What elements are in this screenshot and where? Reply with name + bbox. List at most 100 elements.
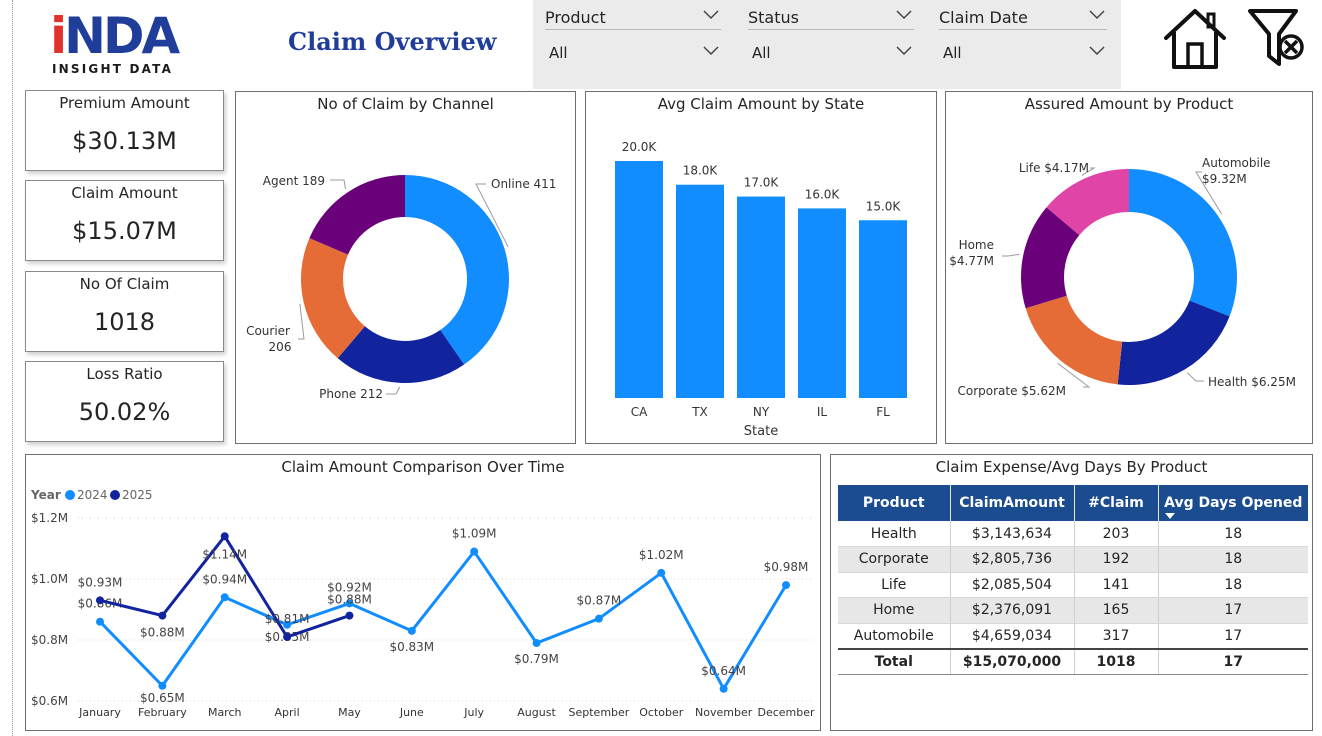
slicer-value: All	[943, 44, 962, 62]
column-header-product[interactable]: Product	[838, 485, 951, 521]
chevron-down-icon[interactable]	[896, 46, 912, 58]
y-tick-label: $0.8M	[31, 633, 68, 647]
data-point[interactable]	[158, 611, 167, 620]
kpi-label: No Of Claim	[79, 275, 170, 293]
x-tick-label: IL	[817, 405, 828, 419]
donut-slice-corporate[interactable]	[1025, 295, 1123, 385]
channel-donut-panel: No of Claim by Channel Online 411 Phone 2…	[235, 91, 576, 444]
table-cell: $15,070,000	[950, 647, 1075, 675]
status-slicer[interactable]: Status All	[748, 0, 914, 89]
table-cell: $2,805,736	[950, 546, 1075, 573]
leader-line	[330, 179, 347, 189]
point-data-label: $0.94M	[202, 572, 247, 586]
slicer-dropdown[interactable]: All	[549, 44, 721, 66]
table-cell: 192	[1074, 546, 1159, 573]
legend-marker[interactable]	[65, 490, 75, 500]
slice-label: Corporate $5.62M	[957, 384, 1066, 398]
slicer-dropdown[interactable]: All	[943, 44, 1107, 66]
slicer-title: Claim Date	[939, 8, 1028, 27]
slice-label: Agent 189	[263, 174, 325, 188]
chart-title: Claim Expense/Avg Days By Product	[935, 458, 1208, 476]
donut-slice-online[interactable]	[405, 175, 509, 365]
table-total-row: Total $15,070,000 1018 17	[838, 647, 1308, 675]
column-header-avg-days[interactable]: Avg Days Opened	[1158, 485, 1308, 521]
bar-ca[interactable]	[615, 161, 663, 398]
slicer-title: Status	[748, 8, 799, 27]
kpi-value: $15.07M	[72, 217, 177, 245]
data-point[interactable]	[158, 681, 167, 690]
bar-data-label: 17.0K	[744, 176, 780, 190]
table-row[interactable]: Home $2,376,091 165 17	[838, 597, 1308, 624]
table-row[interactable]: Automobile $4,659,034 317 17	[838, 623, 1308, 649]
bar-data-label: 20.0K	[622, 140, 658, 154]
table-cell: 317	[1074, 623, 1159, 649]
table-cell: Health	[838, 521, 951, 547]
column-header-claim-count[interactable]: #Claim	[1074, 485, 1159, 521]
point-data-label: $0.83M	[389, 640, 434, 654]
product-donut-panel: Assured Amount by Product Automobile $9.3…	[945, 91, 1313, 444]
x-tick-label: CA	[631, 405, 648, 419]
legend-label[interactable]: 2024	[77, 488, 108, 502]
point-data-label: $0.81M	[265, 612, 310, 626]
slicer-value: All	[549, 44, 568, 62]
point-data-label: $1.02M	[639, 548, 684, 562]
column-header-claim-amount[interactable]: ClaimAmount	[950, 485, 1075, 521]
donut-slice-health[interactable]	[1117, 300, 1230, 385]
table-cell: 17	[1158, 597, 1308, 624]
expense-table-panel: Claim Expense/Avg Days By Product Produc…	[830, 454, 1313, 731]
home-button[interactable]	[1162, 6, 1228, 72]
data-point[interactable]	[782, 581, 790, 590]
legend-label[interactable]: 2025	[122, 488, 153, 502]
bar-tx[interactable]	[676, 184, 724, 398]
chevron-down-icon[interactable]	[1089, 10, 1105, 22]
slice-label: Life $4.17M	[1019, 161, 1089, 175]
claim-date-slicer[interactable]: Claim Date All	[939, 0, 1107, 89]
x-tick-label: FL	[876, 405, 890, 419]
chevron-down-icon[interactable]	[703, 10, 719, 22]
table-cell: $2,376,091	[950, 597, 1075, 624]
data-point[interactable]	[657, 568, 666, 577]
legend-marker[interactable]	[110, 490, 120, 500]
slicer-header[interactable]: Claim Date	[939, 8, 1107, 30]
slicer-header[interactable]: Status	[748, 8, 914, 30]
clear-filters-button[interactable]	[1246, 6, 1312, 72]
data-point[interactable]	[220, 593, 229, 602]
kpi-value: $30.13M	[72, 127, 177, 155]
slicer-dropdown[interactable]: All	[752, 44, 914, 66]
bar-data-label: 15.0K	[866, 199, 902, 213]
data-point[interactable]	[220, 532, 229, 541]
kpi-label: Loss Ratio	[86, 365, 163, 383]
x-tick-label: October	[639, 706, 683, 719]
sort-descending-icon	[1164, 513, 1175, 519]
table-row[interactable]: Life $2,085,504 141 18	[838, 572, 1308, 598]
chevron-down-icon[interactable]	[703, 46, 719, 58]
bar-il[interactable]	[798, 208, 846, 398]
donut-slice-automobile[interactable]	[1129, 169, 1237, 317]
product-slicer[interactable]: Product All	[545, 0, 721, 89]
table-cell: 18	[1158, 546, 1308, 573]
bar-fl[interactable]	[859, 220, 907, 398]
chevron-down-icon[interactable]	[896, 10, 912, 22]
table-row[interactable]: Corporate $2,805,736 192 18	[838, 546, 1308, 573]
slice-label: Health $6.25M	[1208, 375, 1296, 389]
data-point[interactable]	[594, 614, 603, 623]
data-point[interactable]	[470, 547, 479, 556]
data-point[interactable]	[407, 626, 416, 635]
timeline-line-panel: Claim Amount Comparison Over Time Year 20…	[25, 454, 821, 731]
leader-line	[1186, 372, 1204, 382]
canvas-guide-line	[12, 0, 13, 736]
x-tick-label: September	[569, 706, 630, 719]
data-point[interactable]	[96, 617, 104, 626]
point-data-label: $0.98M	[764, 560, 809, 574]
data-point[interactable]	[719, 684, 728, 693]
data-point[interactable]	[283, 632, 292, 641]
slice-label: Courier	[246, 324, 290, 338]
slicer-header[interactable]: Product	[545, 8, 721, 30]
table-row[interactable]: Health $3,143,634 203 18	[838, 521, 1308, 547]
bar-ny[interactable]	[737, 196, 785, 398]
chevron-down-icon[interactable]	[1089, 46, 1105, 58]
legend-title: Year	[30, 488, 61, 502]
data-point[interactable]	[532, 639, 541, 648]
data-point[interactable]	[96, 596, 104, 605]
data-point[interactable]	[345, 611, 354, 620]
